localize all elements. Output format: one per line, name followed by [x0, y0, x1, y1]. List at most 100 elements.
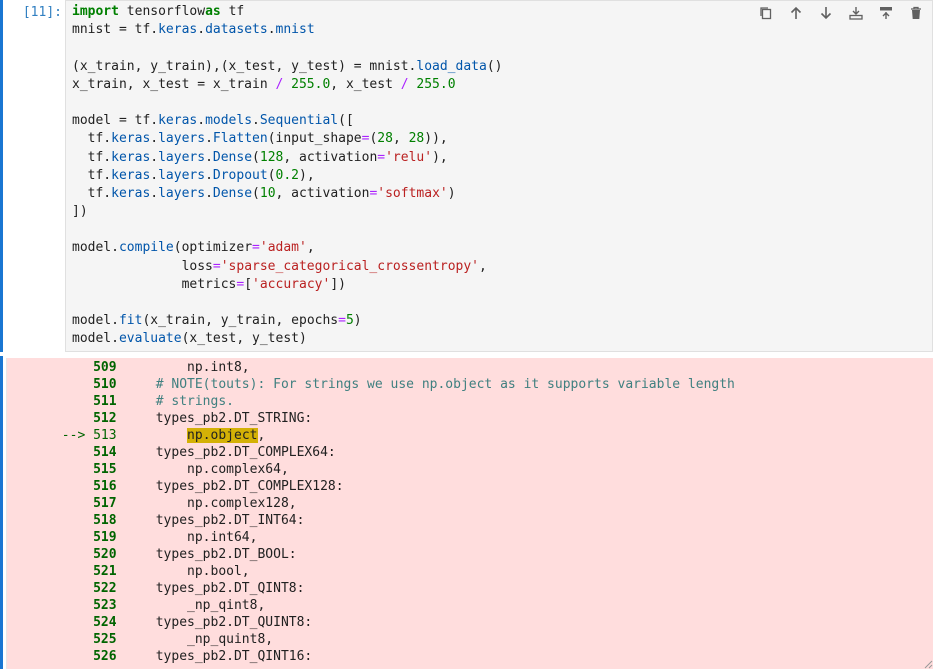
line-number: 515 [93, 462, 117, 477]
move-down-button[interactable] [814, 3, 838, 23]
line-number: 511 [93, 394, 117, 409]
traceback-line: 509 np.int8, [7, 359, 735, 376]
line-number: 513 [93, 428, 117, 443]
code-token: = [338, 313, 346, 329]
code-token: ( [252, 149, 260, 165]
code-token: tf [228, 4, 245, 19]
code-token: , x_test [330, 76, 401, 92]
code-line: tf.keras.layers.Flatten(input_shape=(28,… [72, 130, 502, 148]
code-token: , [479, 258, 487, 274]
code-comment: # NOTE(touts): For strings we use np.obj… [124, 377, 735, 392]
insert-below-icon [880, 7, 892, 19]
code-token: . [205, 131, 213, 147]
traceback-line: 522 types_pb2.DT_QINT8: [7, 580, 735, 597]
code-text: types_pb2.DT_QINT8: [124, 581, 305, 596]
code-token: metrics [72, 276, 237, 292]
code-token: evaluate [118, 331, 182, 347]
current-line-arrow: --> [61, 428, 86, 443]
line-number: 514 [93, 445, 117, 460]
code-text: np.complex64, [124, 462, 289, 477]
code-text: np.int8, [124, 360, 250, 375]
code-token: )), [424, 131, 448, 147]
code-text: types_pb2.DT_QUINT8: [124, 615, 313, 630]
line-number: 525 [93, 632, 117, 647]
traceback-listing: 509 np.int8, 510 # NOTE(touts): For stri… [7, 359, 735, 665]
traceback-line: 526 types_pb2.DT_QINT16: [7, 648, 735, 665]
code-token: keras [111, 149, 151, 165]
code-token: compile [118, 240, 174, 256]
line-number: 524 [93, 615, 117, 630]
code-token: Sequential [259, 113, 339, 129]
resize-handle-icon[interactable] [921, 657, 933, 669]
duplicate-cell-button[interactable] [754, 3, 778, 23]
code-token: [ [244, 276, 253, 292]
cell-toolbar [754, 3, 928, 23]
code-token: . [252, 113, 260, 129]
line-number: 509 [93, 360, 117, 375]
traceback-line: 525 _np_quint8, [7, 631, 735, 648]
code-token: model = tf. [72, 113, 159, 129]
code-token: / [275, 76, 284, 92]
code-editor[interactable]: import tensorflowas tf mnist = tf.keras.d… [65, 0, 933, 352]
code-text: np.int64, [124, 530, 258, 545]
duplicate-icon [760, 7, 772, 20]
code-token: 128 [259, 149, 284, 165]
traceback-line: 516 types_pb2.DT_COMPLEX128: [7, 478, 735, 495]
code-line: mnist = tf.keras.datasets.mnist [72, 21, 502, 39]
code-line: x_train, x_test = x_train / 255.0 , x_tes… [72, 76, 502, 94]
code-token: as [205, 4, 221, 19]
code-token: keras [111, 185, 151, 201]
code-token: () [486, 58, 503, 74]
code-token: x_train, x_test = x_train [72, 76, 276, 92]
code-line: tf.keras.layers.Dense(128, activation='r… [72, 149, 502, 167]
code-token: . [150, 185, 159, 201]
traceback-line: --> 513 np.object, [7, 427, 735, 444]
traceback-line: 519 np.int64, [7, 529, 735, 546]
delete-cell-button[interactable] [904, 3, 928, 23]
insert-above-button[interactable] [844, 3, 868, 23]
code-token: . [197, 113, 206, 129]
line-number: 517 [93, 496, 117, 511]
notebook-view: [11]: import tensorflowas tf mnist = tf.k… [0, 0, 934, 669]
code-token: layers [158, 149, 206, 165]
traceback-line: 514 types_pb2.DT_COMPLEX64: [7, 444, 735, 461]
code-token: . [205, 149, 213, 165]
code-token: load_data [416, 58, 487, 74]
code-token: layers [158, 185, 206, 201]
code-comment: # strings. [124, 394, 234, 409]
traceback-line: 524 types_pb2.DT_QUINT8: [7, 614, 735, 631]
code-token: ) [353, 313, 362, 329]
insert-below-button[interactable] [874, 3, 898, 23]
code-token: (x_train, y_train),(x_test, y_test) = mn… [72, 58, 417, 74]
move-up-button[interactable] [784, 3, 808, 23]
code-content[interactable]: import tensorflowas tf mnist = tf.keras.d… [72, 3, 502, 349]
traceback-line: 512 types_pb2.DT_STRING: [7, 410, 735, 427]
code-token: 'softmax' [377, 185, 448, 201]
code-token: , [306, 240, 315, 256]
code-token: ) [447, 185, 456, 201]
code-token: . [205, 185, 213, 201]
code-token: ( [252, 185, 260, 201]
code-token: ]) [330, 276, 346, 292]
code-text: np.complex128, [124, 496, 297, 511]
code-token: (optimizer [173, 240, 253, 256]
cell-prompt: [11]: [22, 5, 62, 20]
code-token: 'accuracy' [252, 276, 331, 292]
line-number: 519 [93, 530, 117, 545]
traceback-line: 511 # strings. [7, 393, 735, 410]
code-token: fit [118, 313, 143, 329]
code-token: model. [72, 240, 119, 256]
code-token: Dropout [212, 167, 268, 183]
code-line: tf.keras.layers.Dropout(0.2), [72, 167, 502, 185]
code-text: types_pb2.DT_QINT16: [124, 649, 313, 664]
code-token: model. [72, 313, 119, 329]
code-token: ([ [338, 113, 354, 129]
code-line: model.evaluate(x_test, y_test) [72, 330, 502, 348]
code-token: 255.0 [416, 76, 456, 92]
code-token: Flatten [212, 131, 268, 147]
code-token: (x_train, y_train, epochs [142, 313, 339, 329]
code-token: import [72, 4, 119, 19]
